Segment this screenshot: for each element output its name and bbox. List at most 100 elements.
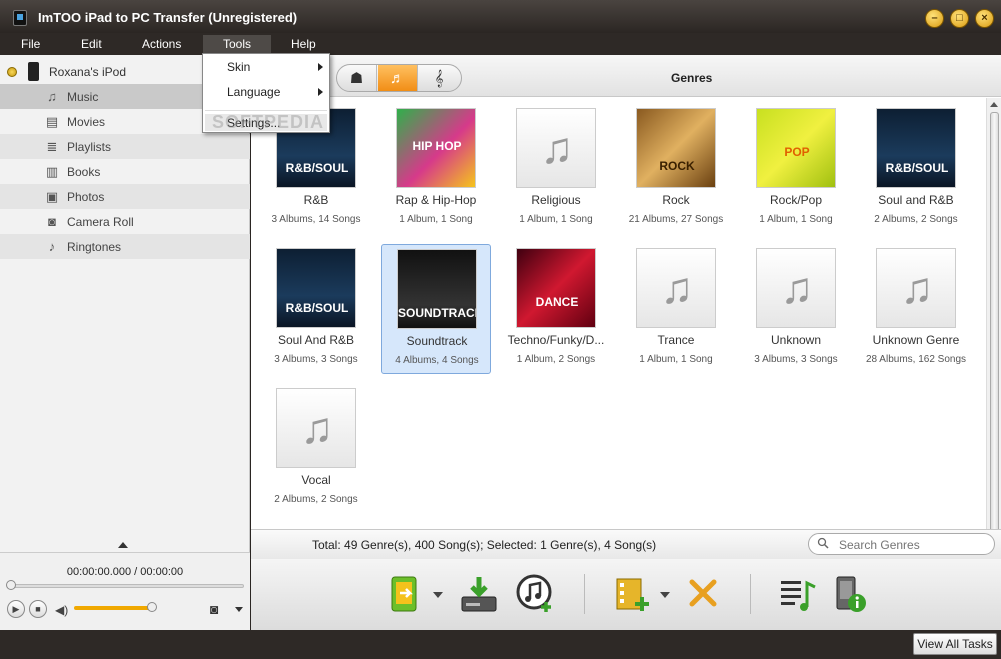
sidebar-item-books[interactable]: ▥ Books xyxy=(0,159,250,184)
genre-placeholder-art: ♫ xyxy=(756,248,836,328)
search-input[interactable] xyxy=(839,537,984,552)
menu-actions[interactable]: Actions xyxy=(142,37,181,51)
genre-count: 28 Albums, 162 Songs xyxy=(865,354,967,365)
genre-count: 3 Albums, 3 Songs xyxy=(754,354,838,365)
book-icon: ▥ xyxy=(45,164,59,179)
menu-bar: File Edit Actions Tools Help xyxy=(0,33,1001,55)
genre-count: 1 Album, 2 Songs xyxy=(516,354,596,365)
snapshot-camera-icon[interactable]: ◙ xyxy=(210,601,218,617)
sidebar-item-label: Books xyxy=(67,165,101,179)
menu-help[interactable]: Help xyxy=(291,37,316,51)
search-icon xyxy=(817,537,829,549)
genre-name: Rap & Hip-Hop xyxy=(395,193,477,207)
delete-icon[interactable] xyxy=(683,573,725,615)
sidebar-item-ringtones[interactable]: ♪ Ringtones xyxy=(0,234,250,259)
sidebar: Roxana's iPod ♫ Music ▤ Movies ≣ Playlis… xyxy=(0,55,250,630)
minimize-button[interactable]: – xyxy=(925,9,944,28)
genre-view-icon[interactable]: ♬ xyxy=(378,65,418,91)
genre-name: Techno/Funky/D... xyxy=(507,333,605,347)
playlist-icon: ≣ xyxy=(46,139,58,154)
menu-edit[interactable]: Edit xyxy=(81,37,102,51)
treble-clef-icon[interactable]: 𝄞 xyxy=(419,65,459,91)
music-note-icon: ♫ xyxy=(300,404,334,453)
view-all-tasks-button[interactable]: View All Tasks xyxy=(913,633,997,655)
genre-album-art: HIP HOP xyxy=(396,108,476,188)
sidebar-item-playlists[interactable]: ≣ Playlists xyxy=(0,134,250,159)
add-to-itunes-icon[interactable] xyxy=(515,573,557,615)
genre-count: 21 Albums, 27 Songs xyxy=(628,214,724,225)
genre-album-art: R&B/SOUL xyxy=(876,108,956,188)
music-note-icon: ♫ xyxy=(540,124,574,173)
volume-handle[interactable] xyxy=(147,602,157,612)
menu-tools[interactable]: Tools xyxy=(203,35,272,54)
export-to-drive-icon[interactable] xyxy=(458,573,500,615)
menu-file[interactable]: File xyxy=(21,37,40,51)
sidebar-item-label: Camera Roll xyxy=(67,215,134,229)
genre-tile[interactable]: POP Rock/Pop 1 Album, 1 Song xyxy=(741,104,851,234)
title-bar: ImTOO iPad to PC Transfer (Unregistered)… xyxy=(0,0,1001,33)
artist-view-icon[interactable]: ☗ xyxy=(337,65,377,91)
action-toolbar xyxy=(251,559,1001,630)
seek-handle[interactable] xyxy=(6,580,16,590)
genre-count: 2 Albums, 2 Songs xyxy=(874,214,958,225)
chevron-down-icon[interactable] xyxy=(660,592,670,598)
submenu-arrow-icon xyxy=(318,63,323,71)
stop-icon[interactable]: ■ xyxy=(29,600,47,618)
genre-tile[interactable]: SOUNDTRACK Soundtrack 4 Albums, 4 Songs xyxy=(381,244,491,374)
genre-name: Soundtrack xyxy=(406,334,468,348)
sidebar-item-label: Photos xyxy=(67,190,105,204)
search-box[interactable] xyxy=(808,533,995,555)
genre-album-art: ROCK xyxy=(636,108,716,188)
volume-slider[interactable] xyxy=(74,606,152,610)
genre-count: 1 Album, 1 Song xyxy=(399,214,473,225)
scroll-thumb[interactable] xyxy=(990,112,999,567)
sidebar-item-label: Movies xyxy=(67,115,106,129)
close-button[interactable]: × xyxy=(975,9,994,28)
genre-tile[interactable]: DANCE Techno/Funky/D... 1 Album, 2 Songs xyxy=(501,244,611,374)
sidebar-item-photos[interactable]: ▣ Photos xyxy=(0,184,250,209)
genre-tile[interactable]: ♫ Religious 1 Album, 1 Song xyxy=(501,104,611,234)
genre-count: 4 Albums, 4 Songs xyxy=(395,355,479,366)
genre-name: Unknown xyxy=(770,333,822,347)
genre-placeholder-art: ♫ xyxy=(516,108,596,188)
music-note-icon: ♫ xyxy=(47,89,57,104)
chevron-down-icon[interactable] xyxy=(235,607,243,612)
scroll-up-icon[interactable] xyxy=(990,102,998,107)
app-window: ImTOO iPad to PC Transfer (Unregistered)… xyxy=(0,0,1001,659)
menu-item-language[interactable]: Language xyxy=(227,85,280,99)
genre-tile[interactable]: HIP HOP Rap & Hip-Hop 1 Album, 1 Song xyxy=(381,104,491,234)
menu-item-skin[interactable]: Skin xyxy=(227,60,250,74)
genre-tile[interactable]: R&B/SOUL Soul And R&B 3 Albums, 3 Songs xyxy=(261,244,371,374)
chevron-down-icon[interactable] xyxy=(433,592,443,598)
device-to-pc-icon[interactable] xyxy=(386,573,428,615)
music-note-icon: ♫ xyxy=(780,264,814,313)
genre-tile[interactable]: ♫ Vocal 2 Albums, 2 Songs xyxy=(261,384,371,514)
genre-name: R&B xyxy=(303,193,329,207)
collapse-panel-arrow-icon[interactable] xyxy=(118,542,128,548)
device-name: Roxana's iPod xyxy=(49,65,127,79)
seek-bar[interactable] xyxy=(8,584,244,588)
vertical-scrollbar[interactable] xyxy=(986,98,1001,578)
main-panel: ☗ ♬ 𝄞 Genres R&B/SOUL R&B 3 Albums, 14 Son… xyxy=(251,55,1001,630)
genre-tile[interactable]: ROCK Rock 21 Albums, 27 Songs xyxy=(621,104,731,234)
genre-tile[interactable]: R&B/SOUL Soul and R&B 2 Albums, 2 Songs xyxy=(861,104,971,234)
album-art-label: SOUNDTRACK xyxy=(398,306,477,320)
sidebar-item-camera-roll[interactable]: ◙ Camera Roll xyxy=(0,209,250,234)
add-file-icon[interactable] xyxy=(612,573,654,615)
genre-tile[interactable]: ♫ Unknown Genre 28 Albums, 162 Songs xyxy=(861,244,971,374)
device-info-icon[interactable] xyxy=(829,573,871,615)
playlist-add-icon[interactable] xyxy=(777,573,819,615)
genre-tile[interactable]: ♫ Unknown 3 Albums, 3 Songs xyxy=(741,244,851,374)
maximize-button[interactable]: □ xyxy=(950,9,969,28)
album-art-label: R&B/SOUL xyxy=(285,301,349,315)
genre-album-art: DANCE xyxy=(516,248,596,328)
music-note-icon: ♫ xyxy=(900,264,934,313)
menu-separator xyxy=(205,110,327,111)
genre-name: Rock xyxy=(662,193,690,207)
volume-icon[interactable]: ◀) xyxy=(55,603,68,617)
genre-name: Religious xyxy=(531,193,581,207)
submenu-arrow-icon xyxy=(318,88,323,96)
play-icon[interactable]: ▶ xyxy=(7,600,25,618)
collapse-toggle-icon[interactable] xyxy=(7,67,17,77)
genre-tile[interactable]: ♫ Trance 1 Album, 1 Song xyxy=(621,244,731,374)
